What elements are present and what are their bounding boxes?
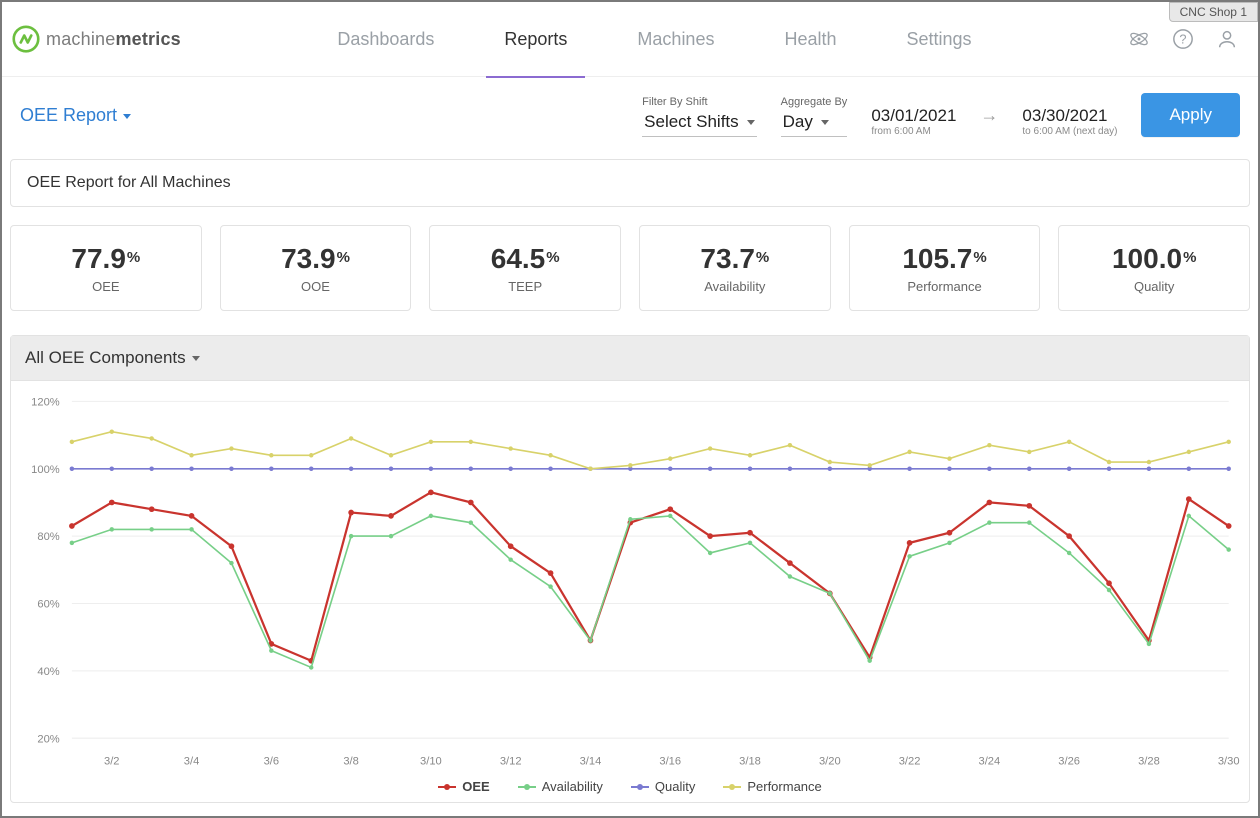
kpi-teep: 64.5% TEEP: [429, 225, 621, 311]
kpi-value: 100.0%: [1112, 243, 1196, 275]
caret-down-icon: [747, 120, 755, 125]
svg-text:3/6: 3/6: [264, 756, 280, 768]
legend-performance[interactable]: Performance: [723, 779, 821, 794]
top-nav: machinemetrics Dashboards Reports Machines…: [2, 2, 1258, 77]
kpi-label: TEEP: [508, 279, 542, 294]
svg-text:80%: 80%: [37, 531, 59, 543]
kpi-label: OEE: [92, 279, 119, 294]
arrow-right-icon: →: [980, 105, 998, 126]
filter-shift: Filter By Shift Select Shifts: [642, 96, 757, 137]
kpi-availability: 73.7% Availability: [639, 225, 831, 311]
filter-aggregate-select[interactable]: Day: [781, 110, 848, 137]
svg-text:3/20: 3/20: [819, 756, 841, 768]
chart-title: All OEE Components: [25, 348, 186, 368]
subheader: OEE Report Filter By Shift Select Shifts…: [2, 77, 1258, 159]
oee-chart: 20% 40% 60% 80% 100% 120% 3/2 3/4 3/6 3/8 3/10 3/12…: [11, 381, 1249, 779]
kpi-oee: 77.9% OEE: [10, 225, 202, 311]
svg-text:60%: 60%: [37, 599, 59, 611]
legend-availability[interactable]: Availability: [518, 779, 603, 794]
svg-text:40%: 40%: [37, 666, 59, 678]
page-title: OEE Report: [20, 105, 117, 126]
kpi-label: Availability: [704, 279, 765, 294]
chart-panel: All OEE Components 20% 40% 60% 80% 100% 120% 3…: [10, 335, 1250, 803]
svg-text:3/8: 3/8: [343, 756, 359, 768]
legend-quality[interactable]: Quality: [631, 779, 695, 794]
nav-tab-machines[interactable]: Machines: [633, 2, 718, 77]
filter-aggregate: Aggregate By Day: [781, 96, 848, 137]
svg-text:3/14: 3/14: [580, 756, 602, 768]
svg-text:100%: 100%: [31, 464, 60, 476]
chart-legend: OEE Availability Quality Performance: [11, 779, 1249, 802]
apply-button[interactable]: Apply: [1141, 93, 1240, 137]
svg-text:?: ?: [1179, 32, 1186, 47]
svg-text:3/22: 3/22: [899, 756, 921, 768]
user-icon[interactable]: [1216, 28, 1238, 50]
swatch-availability: [518, 786, 536, 788]
svg-text:3/28: 3/28: [1138, 756, 1160, 768]
filter-shift-select[interactable]: Select Shifts: [642, 110, 757, 137]
svg-text:120%: 120%: [31, 396, 60, 408]
nav-tab-reports[interactable]: Reports: [500, 2, 571, 77]
svg-text:3/30: 3/30: [1218, 756, 1240, 768]
brand-logo-icon: [12, 25, 40, 53]
svg-text:3/2: 3/2: [104, 756, 120, 768]
kpi-value: 77.9%: [71, 243, 140, 275]
kpi-label: Performance: [907, 279, 981, 294]
summary-bar: OEE Report for All Machines: [10, 159, 1250, 207]
nav-tab-dashboards[interactable]: Dashboards: [333, 2, 438, 77]
swatch-quality: [631, 786, 649, 788]
brand-text: machinemetrics: [46, 29, 181, 50]
kpi-label: OOE: [301, 279, 330, 294]
help-icon[interactable]: ?: [1172, 28, 1194, 50]
swatch-performance: [723, 786, 741, 788]
svg-text:3/4: 3/4: [184, 756, 200, 768]
summary-text: OEE Report for All Machines: [27, 174, 231, 191]
atom-icon[interactable]: [1128, 28, 1150, 50]
filters: Filter By Shift Select Shifts Aggregate …: [642, 93, 1240, 137]
caret-down-icon: [821, 120, 829, 125]
kpi-value: 64.5%: [491, 243, 560, 275]
kpi-quality: 100.0% Quality: [1058, 225, 1250, 311]
date-from[interactable]: 03/01/2021 from 6:00 AM: [871, 106, 956, 137]
legend-oee[interactable]: OEE: [438, 779, 489, 794]
kpi-row: 77.9% OEE 73.9% OOE 64.5% TEEP 73.7% Availabili…: [2, 207, 1258, 321]
svg-text:3/26: 3/26: [1058, 756, 1080, 768]
nav-tabs: Dashboards Reports Machines Health Settings: [181, 2, 1128, 77]
nav-tab-settings[interactable]: Settings: [903, 2, 976, 77]
svg-text:20%: 20%: [37, 733, 59, 745]
kpi-ooe: 73.9% OOE: [220, 225, 412, 311]
filter-aggregate-label: Aggregate By: [781, 96, 848, 108]
caret-down-icon: [192, 356, 200, 361]
nav-tab-health[interactable]: Health: [780, 2, 840, 77]
kpi-value: 105.7%: [902, 243, 986, 275]
kpi-value: 73.9%: [281, 243, 350, 275]
svg-text:3/10: 3/10: [420, 756, 442, 768]
brand[interactable]: machinemetrics: [12, 25, 181, 53]
kpi-value: 73.7%: [700, 243, 769, 275]
swatch-oee: [438, 786, 456, 788]
svg-text:3/18: 3/18: [739, 756, 761, 768]
kpi-performance: 105.7% Performance: [849, 225, 1041, 311]
shop-tag[interactable]: CNC Shop 1: [1169, 2, 1258, 22]
page-title-dropdown[interactable]: OEE Report: [20, 105, 131, 126]
svg-text:3/16: 3/16: [659, 756, 681, 768]
kpi-label: Quality: [1134, 279, 1174, 294]
svg-text:3/12: 3/12: [500, 756, 522, 768]
chart-body: 20% 40% 60% 80% 100% 120% 3/2 3/4 3/6 3/8 3/10 3/12…: [11, 381, 1249, 779]
nav-icons: ?: [1128, 28, 1238, 50]
caret-down-icon: [123, 114, 131, 119]
svg-text:3/24: 3/24: [979, 756, 1001, 768]
date-to[interactable]: 03/30/2021 to 6:00 AM (next day): [1022, 106, 1117, 137]
chart-component-dropdown[interactable]: All OEE Components: [11, 336, 1249, 381]
filter-shift-label: Filter By Shift: [642, 96, 757, 108]
